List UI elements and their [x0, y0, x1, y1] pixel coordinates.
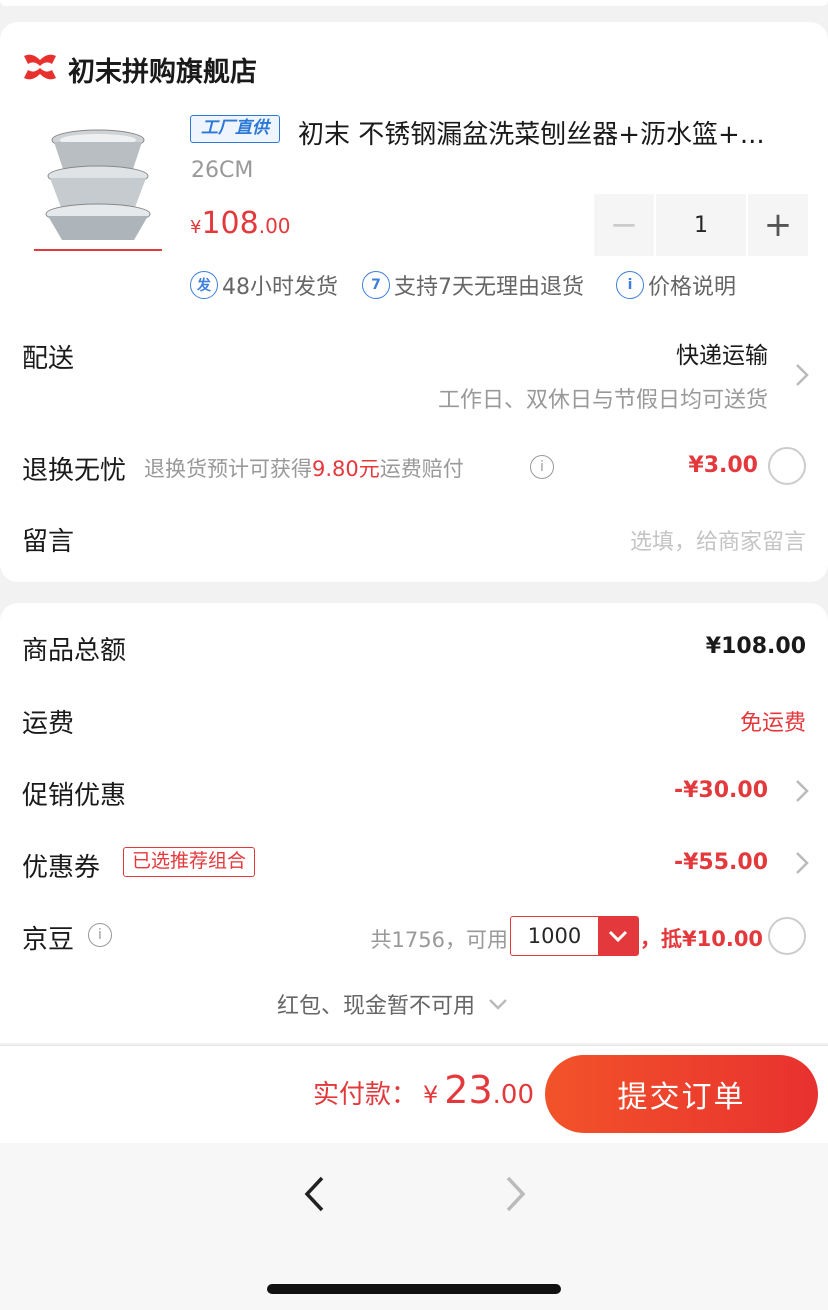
forward-arrow-icon[interactable]	[504, 1175, 528, 1213]
pay-decimal: .00	[492, 1080, 535, 1110]
coupon-tag: 已选推荐组合	[123, 847, 256, 877]
goods-total-label: 商品总额	[22, 636, 127, 666]
return-desc-amount: 9.80元	[312, 457, 380, 481]
return-guard-radio[interactable]	[768, 447, 806, 485]
coupon-label: 优惠券	[22, 853, 101, 883]
decrease-quantity-button[interactable]: −	[594, 194, 654, 256]
delivery-label: 配送	[22, 344, 75, 374]
beans-deduct: ，抵¥10.00	[640, 923, 763, 953]
beans-select[interactable]: 1000	[510, 916, 639, 956]
order-summary-card: 商品总额 ¥108.00 运费 免运费 促销优惠 -¥30.00 优惠券 已选推…	[0, 603, 828, 1043]
coupon-value[interactable]: -¥55.00	[674, 850, 768, 875]
return-guard-label: 退换无忧	[22, 456, 127, 486]
beans-label: 京豆	[22, 925, 75, 955]
home-indicator[interactable]	[267, 1284, 561, 1294]
pay-amount: 实付款： ¥ 23 .00	[313, 1068, 534, 1112]
browser-nav-bar	[0, 1143, 828, 1310]
pay-label: 实付款：	[313, 1080, 418, 1110]
coupon-chevron-right-icon[interactable]	[794, 850, 810, 876]
message-input[interactable]: 选填，给商家留言	[630, 524, 806, 556]
store-order-card: 初末拼购旗舰店 工厂直供 初末 不锈钢漏盆洗菜刨丝器+沥水篮+... 26CM …	[0, 22, 828, 582]
delivery-method[interactable]: 快递运输	[676, 336, 768, 370]
delivery-chevron-right-icon[interactable]	[794, 362, 810, 388]
checkout-footer: 实付款： ¥ 23 .00 提交订单	[0, 1045, 828, 1143]
return-info-icon[interactable]: i	[530, 455, 554, 479]
service-label: 48小时发货	[222, 275, 338, 300]
return-desc-prefix: 退换货预计可获得	[144, 457, 312, 481]
price-integer: 108	[201, 206, 259, 241]
service-shipping-48h[interactable]: 发 48小时发货	[190, 269, 338, 301]
promo-label: 促销优惠	[22, 781, 127, 811]
redpacket-toggle[interactable]: 红包、现金暂不可用	[277, 988, 509, 1020]
factory-direct-tag: 工厂直供	[190, 115, 280, 143]
redpacket-note: 红包、现金暂不可用	[277, 994, 476, 1019]
service-7day-return[interactable]: 7 支持7天无理由退货	[362, 269, 584, 301]
service-label: 价格说明	[648, 275, 737, 300]
store-name[interactable]: 初末拼购旗舰店	[68, 50, 257, 89]
beans-radio[interactable]	[768, 917, 806, 955]
product-price: ¥108.00	[190, 206, 291, 241]
chevron-down-icon	[598, 917, 638, 955]
product-image[interactable]	[22, 110, 170, 258]
product-title[interactable]: 初末 不锈钢漏盆洗菜刨丝器+沥水篮+...	[298, 114, 765, 151]
return-desc-suffix: 运费赔付	[379, 457, 464, 481]
submit-order-button[interactable]: 提交订单	[545, 1055, 818, 1133]
product-spec: 26CM	[191, 158, 254, 183]
shipping-value: 免运费	[739, 711, 806, 736]
quantity-stepper: − 1 +	[594, 194, 808, 256]
return-guard-price: ¥3.00	[688, 453, 758, 478]
beans-deduct-text: ，抵¥10.00	[640, 927, 764, 951]
message-label: 留言	[22, 527, 75, 557]
goods-total-value: ¥108.00	[705, 634, 806, 659]
delivery-note: 工作日、双休日与节假日均可送货	[437, 388, 768, 413]
quantity-value[interactable]: 1	[656, 194, 746, 256]
seven-day-icon: 7	[362, 271, 390, 299]
pay-currency: ¥	[423, 1081, 439, 1109]
price-decimal: .00	[258, 214, 291, 238]
chevron-down-icon	[489, 999, 507, 1010]
price-currency: ¥	[190, 217, 202, 238]
increase-quantity-button[interactable]: +	[748, 194, 808, 256]
beans-available: 共1756，可用	[370, 928, 508, 952]
service-label: 支持7天无理由退货	[394, 275, 584, 300]
beans-info-icon[interactable]: i	[88, 923, 112, 947]
return-guard-desc: 退换货预计可获得9.80元运费赔付	[144, 453, 464, 483]
promo-value[interactable]: -¥30.00	[674, 778, 768, 803]
ship-icon: 发	[190, 271, 218, 299]
previous-card-edge	[0, 0, 828, 6]
service-price-info[interactable]: i 价格说明	[616, 269, 736, 301]
store-logo-icon	[24, 54, 56, 80]
promo-chevron-right-icon[interactable]	[794, 778, 810, 804]
shipping-label: 运费	[22, 709, 75, 739]
pay-integer: 23	[444, 1068, 493, 1112]
beans-selected-value: 1000	[527, 924, 582, 948]
back-arrow-icon[interactable]	[302, 1175, 326, 1213]
info-icon: i	[616, 271, 644, 299]
